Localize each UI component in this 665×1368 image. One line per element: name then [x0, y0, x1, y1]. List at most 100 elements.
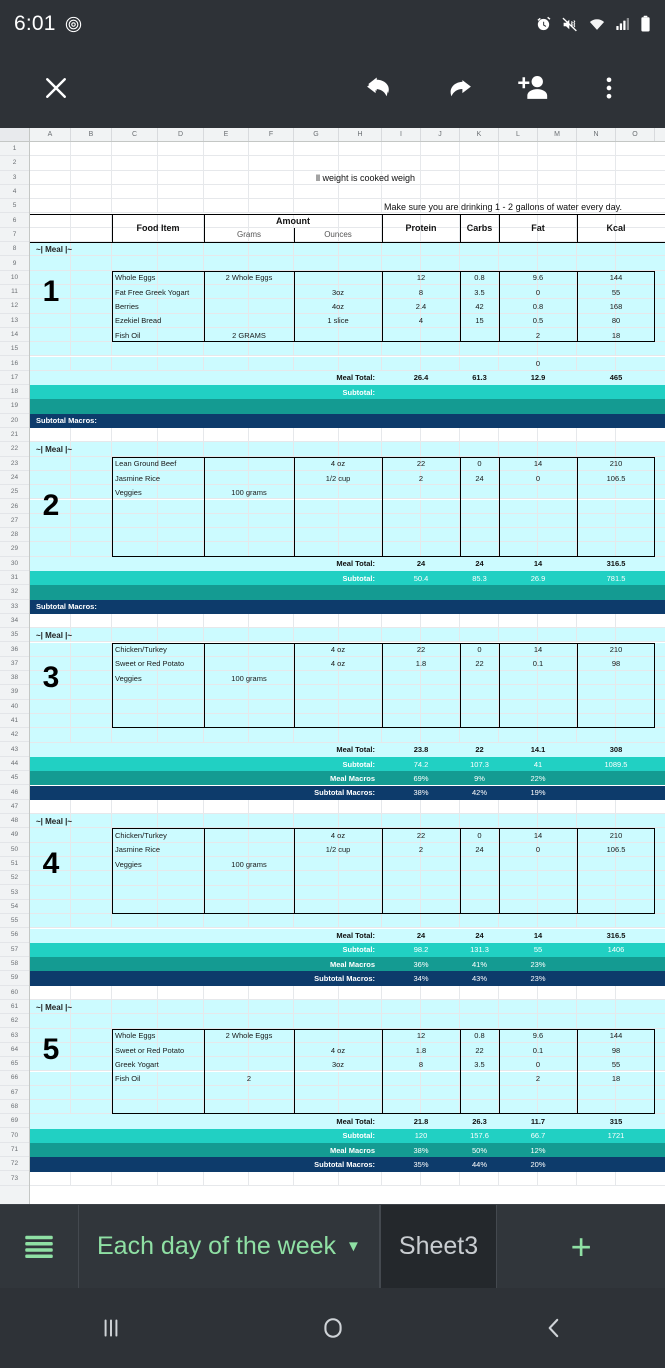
cell[interactable] — [339, 528, 382, 542]
cell[interactable] — [339, 914, 382, 928]
cell[interactable] — [616, 1100, 655, 1113]
cell[interactable] — [339, 1071, 382, 1085]
grid-row[interactable] — [30, 442, 665, 457]
row-header-57[interactable]: 57 — [0, 943, 29, 957]
cell[interactable] — [339, 899, 382, 914]
cell[interactable] — [382, 485, 421, 499]
cell[interactable] — [339, 442, 382, 456]
cell[interactable] — [538, 885, 577, 899]
cell[interactable] — [577, 542, 616, 556]
row-header-65[interactable]: 65 — [0, 1057, 29, 1072]
cell[interactable] — [538, 857, 577, 871]
cell[interactable] — [249, 285, 294, 299]
cell[interactable] — [71, 656, 112, 671]
cell[interactable] — [339, 857, 382, 871]
row-header-column[interactable]: 1 2 3 4 5 6 7 8 9 10 11 12 13 14 15 16 17 18 19 20 21 22 23 24 2… — [0, 142, 30, 1204]
cell[interactable] — [538, 442, 577, 456]
cell[interactable] — [204, 528, 249, 542]
column-header-I[interactable]: I — [382, 128, 421, 141]
cell[interactable] — [616, 485, 655, 498]
cell[interactable] — [538, 899, 577, 914]
cell[interactable] — [249, 1171, 294, 1185]
cell[interactable] — [382, 814, 421, 828]
cell[interactable] — [30, 699, 71, 713]
cell[interactable] — [339, 1000, 382, 1014]
cell[interactable] — [30, 227, 71, 242]
cell[interactable] — [339, 542, 382, 556]
cell[interactable] — [30, 342, 71, 356]
cell[interactable] — [421, 242, 460, 256]
row-header-53[interactable]: 53 — [0, 885, 29, 900]
cell[interactable] — [71, 613, 112, 628]
cell[interactable] — [538, 685, 577, 699]
cell[interactable] — [30, 613, 71, 628]
cell[interactable] — [421, 156, 460, 170]
cell[interactable] — [577, 871, 616, 885]
cell[interactable] — [204, 656, 249, 671]
cell[interactable] — [460, 899, 499, 914]
cell[interactable] — [460, 342, 499, 356]
cell[interactable] — [158, 442, 204, 456]
cell[interactable] — [421, 685, 460, 699]
cell[interactable] — [499, 428, 538, 442]
cell[interactable] — [421, 528, 460, 542]
grid-row[interactable] — [30, 885, 665, 900]
cell[interactable] — [112, 242, 158, 256]
cell[interactable] — [499, 528, 538, 542]
cell[interactable] — [577, 857, 616, 871]
row-header-35[interactable]: 35 — [0, 628, 29, 643]
row-header-71[interactable]: 71 — [0, 1143, 29, 1158]
cell[interactable] — [538, 428, 577, 442]
grid-row[interactable] — [30, 342, 665, 357]
row-header-17[interactable]: 17 — [0, 371, 29, 386]
spreadsheet-canvas[interactable]: ABCDEFGHIJKLMNO 1 2 3 4 5 6 7 8 9 10 11 12 13 14 15 16 1… — [0, 128, 665, 1204]
cell[interactable] — [158, 714, 204, 728]
cell[interactable] — [71, 1057, 112, 1071]
cell[interactable] — [71, 356, 112, 370]
cell[interactable] — [421, 1000, 460, 1014]
cell[interactable] — [204, 242, 249, 256]
cell[interactable] — [339, 1085, 382, 1100]
row-header-1[interactable]: 1 — [0, 142, 29, 157]
cell[interactable] — [538, 699, 577, 713]
cell[interactable] — [538, 170, 577, 184]
row-header-11[interactable]: 11 — [0, 285, 29, 300]
cell[interactable] — [294, 1000, 339, 1014]
cell[interactable] — [421, 871, 460, 885]
row-header-32[interactable]: 32 — [0, 585, 29, 600]
cell[interactable] — [460, 871, 499, 885]
cell[interactable] — [71, 1014, 112, 1028]
cell[interactable] — [339, 356, 382, 370]
row-header-38[interactable]: 38 — [0, 671, 29, 686]
cell[interactable] — [71, 985, 112, 999]
cell[interactable] — [339, 513, 382, 528]
cell[interactable] — [421, 256, 460, 270]
cell[interactable] — [204, 142, 249, 156]
cell[interactable] — [249, 313, 294, 327]
cell[interactable] — [204, 156, 249, 170]
cell[interactable] — [249, 656, 294, 671]
cell[interactable] — [249, 642, 294, 656]
row-header-27[interactable]: 27 — [0, 514, 29, 529]
cell[interactable] — [112, 899, 158, 914]
cell[interactable] — [158, 814, 204, 828]
row-header-18[interactable]: 18 — [0, 385, 29, 400]
cell[interactable] — [294, 242, 339, 256]
cell[interactable] — [294, 714, 339, 728]
cell[interactable] — [538, 613, 577, 628]
cell[interactable] — [538, 914, 577, 928]
cell[interactable] — [577, 628, 616, 642]
row-header-31[interactable]: 31 — [0, 571, 29, 586]
grid-row[interactable] — [30, 256, 665, 271]
cell[interactable] — [339, 1028, 382, 1042]
cell[interactable] — [460, 814, 499, 828]
cell[interactable] — [616, 700, 655, 713]
cell[interactable] — [204, 313, 249, 327]
cell[interactable] — [382, 342, 421, 356]
cell[interactable] — [294, 1085, 339, 1100]
row-header-45[interactable]: 45 — [0, 771, 29, 786]
cell[interactable] — [499, 485, 538, 499]
cell[interactable] — [382, 1085, 421, 1100]
cell[interactable] — [158, 985, 204, 999]
row-header-40[interactable]: 40 — [0, 700, 29, 714]
